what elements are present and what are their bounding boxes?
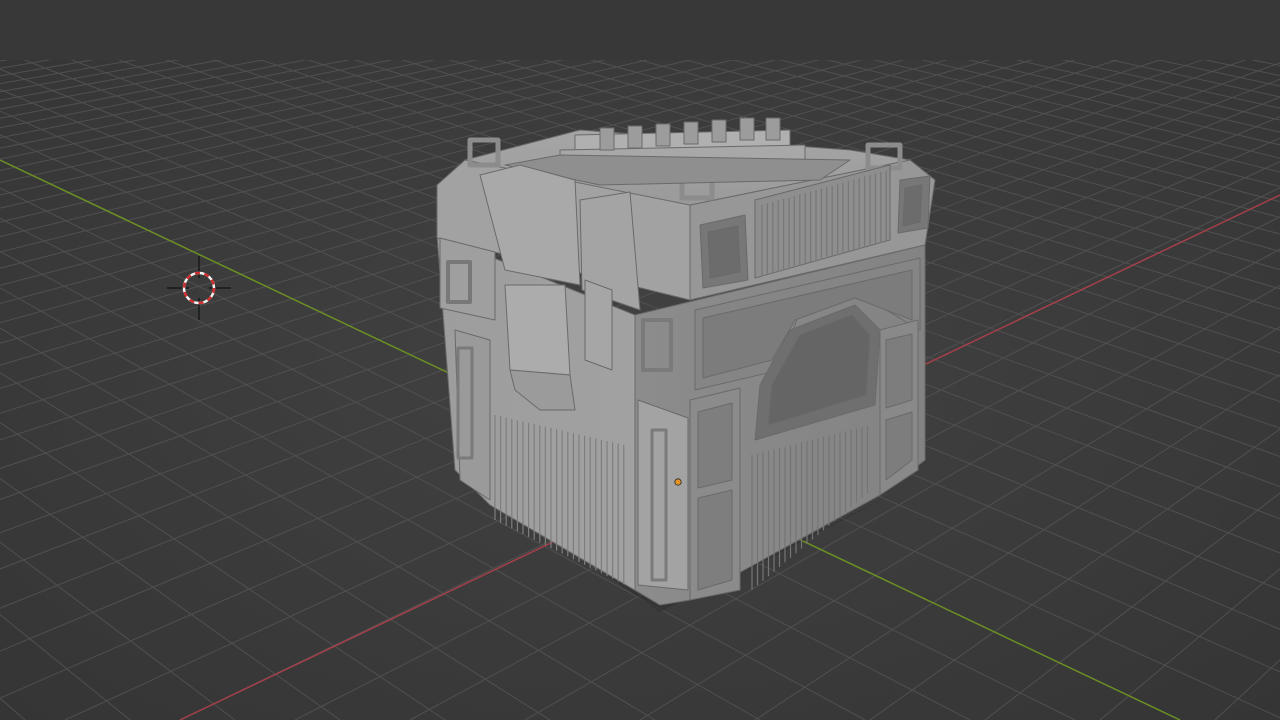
horizon-fade: [0, 0, 1280, 60]
viewport-canvas[interactable]: [0, 0, 1280, 720]
object-origin-icon: [674, 478, 682, 486]
3d-viewport[interactable]: [0, 0, 1280, 720]
